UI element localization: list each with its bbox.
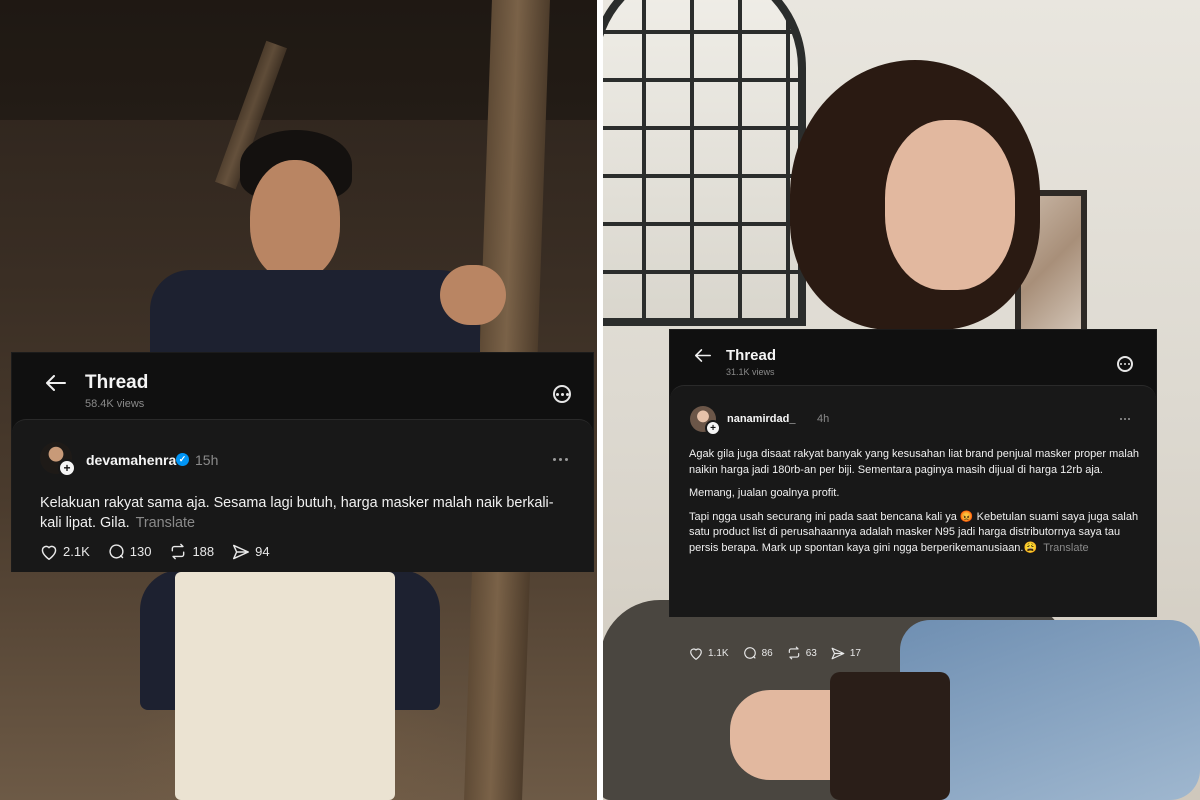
thread-post: + nanamirdad_ ✓ 4h Agak gila juga disaat… bbox=[670, 385, 1156, 660]
sofa-arm bbox=[830, 672, 950, 800]
more-circle-icon[interactable] bbox=[1117, 356, 1133, 372]
thread-title: Thread bbox=[726, 347, 777, 364]
post-body: Kelakuan rakyat sama aja. Sesama lagi bu… bbox=[40, 493, 575, 533]
thread-views: 58.4K views bbox=[85, 398, 145, 410]
reply-count: 86 bbox=[761, 647, 773, 659]
post-more-icon[interactable] bbox=[553, 458, 568, 461]
man-trousers bbox=[175, 572, 395, 800]
post-text: Kelakuan rakyat sama aja. Sesama lagi bu… bbox=[40, 495, 554, 531]
post-username[interactable]: devamahenra bbox=[86, 452, 176, 468]
share-count: 17 bbox=[849, 647, 861, 659]
post-paragraph-1: Agak gila juga disaat rakyat banyak yang… bbox=[689, 448, 1140, 476]
repost-count: 188 bbox=[192, 544, 215, 559]
like-count: 1.1K bbox=[708, 647, 729, 659]
share-button[interactable]: 94 bbox=[232, 544, 270, 560]
post-time: 4h bbox=[817, 413, 830, 425]
like-count: 2.1K bbox=[63, 544, 90, 559]
reply-button[interactable]: 86 bbox=[743, 646, 773, 660]
arched-window bbox=[600, 0, 806, 326]
translate-link[interactable]: Translate bbox=[136, 515, 195, 531]
image-divider bbox=[597, 0, 603, 800]
send-icon bbox=[233, 544, 250, 559]
post-more-icon[interactable] bbox=[1120, 418, 1130, 420]
send-icon bbox=[831, 647, 845, 659]
thread-title: Thread bbox=[85, 372, 149, 393]
follow-plus-icon[interactable]: + bbox=[58, 459, 76, 477]
more-circle-icon[interactable] bbox=[553, 385, 571, 403]
comment-icon bbox=[743, 647, 756, 659]
man-jacket bbox=[150, 270, 480, 360]
heart-icon bbox=[690, 647, 702, 660]
comment-icon bbox=[109, 544, 124, 559]
post-body: Agak gila juga disaat rakyat banyak yang… bbox=[689, 447, 1144, 557]
man-face bbox=[250, 160, 340, 280]
like-button[interactable]: 1.1K bbox=[689, 647, 729, 660]
thread-card-left: Thread 58.4K views + devamahenra ✓ 15h K… bbox=[12, 353, 593, 572]
arrow-left-icon[interactable] bbox=[46, 375, 66, 391]
post-username[interactable]: nanamirdad_ bbox=[727, 413, 795, 425]
heart-icon bbox=[41, 545, 57, 560]
post-paragraph-3: Tapi ngga usah securang ini pada saat be… bbox=[689, 510, 1144, 557]
post-actions: 2.1K 130 188 94 bbox=[40, 543, 288, 560]
share-count: 94 bbox=[255, 544, 270, 559]
post-time: 15h bbox=[195, 452, 219, 468]
thread-views: 31.1K views bbox=[726, 367, 775, 377]
post-paragraph-2: Memang, jualan goalnya profit. bbox=[689, 487, 840, 500]
reply-count: 130 bbox=[129, 544, 152, 559]
woman-face bbox=[885, 120, 1015, 290]
arrow-left-icon[interactable] bbox=[695, 349, 711, 362]
thread-card-right: Thread 31.1K views + nanamirdad_ ✓ 4h Ag… bbox=[670, 330, 1156, 660]
share-button[interactable]: 17 bbox=[831, 647, 861, 660]
like-button[interactable]: 2.1K bbox=[40, 544, 90, 560]
repost-button[interactable]: 63 bbox=[787, 646, 817, 660]
post-actions: 1.1K 86 63 17 bbox=[689, 646, 875, 660]
repost-button[interactable]: 188 bbox=[169, 543, 214, 560]
repost-icon bbox=[788, 646, 799, 660]
thread-post: + devamahenra ✓ 15h Kelakuan rakyat sama… bbox=[12, 419, 593, 572]
man-hand bbox=[440, 265, 506, 325]
reply-button[interactable]: 130 bbox=[108, 543, 152, 560]
follow-plus-icon[interactable]: + bbox=[705, 420, 721, 436]
verified-badge-icon: ✓ bbox=[176, 453, 189, 466]
repost-icon bbox=[172, 543, 185, 560]
repost-count: 63 bbox=[805, 647, 817, 659]
translate-link[interactable]: Translate bbox=[1043, 542, 1088, 554]
